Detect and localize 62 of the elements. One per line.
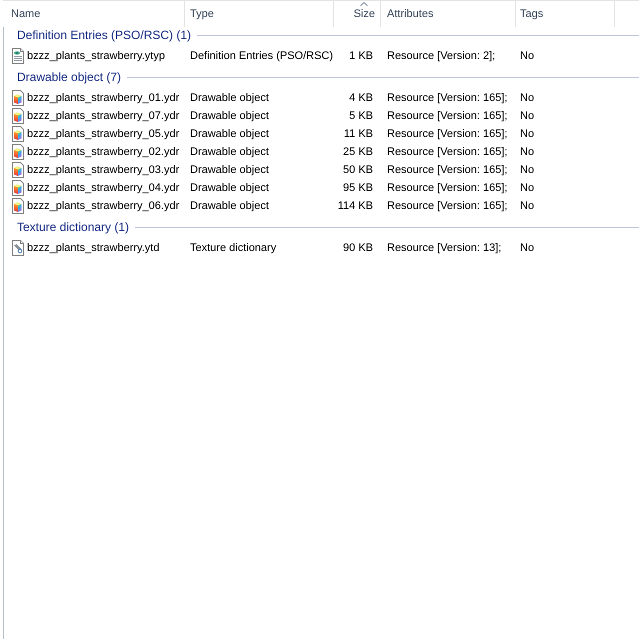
file-tags: No — [520, 110, 534, 122]
file-attributes: Resource [Version: 165]; — [387, 128, 508, 140]
file-name[interactable]: bzzz_plants_strawberry_02.ydr — [27, 146, 180, 158]
group-header[interactable]: Definition Entries (PSO/RSC) (1) — [17, 28, 192, 42]
color-cube-file-icon — [11, 108, 25, 124]
document-icon — [11, 240, 25, 256]
file-attributes: Resource [Version: 2]; — [387, 50, 496, 62]
file-name[interactable]: bzzz_plants_strawberry_06.ydr — [27, 200, 180, 212]
column-header[interactable]: Attributes — [381, 1, 516, 27]
file-name[interactable]: bzzz_plants_strawberry_07.ydr — [27, 110, 180, 122]
file-tags: No — [520, 92, 534, 104]
file-size: 11 KB — [344, 128, 373, 140]
file-size: 1 KB — [349, 50, 373, 62]
file-attributes: Resource [Version: 165]; — [387, 200, 508, 212]
file-name[interactable]: bzzz_plants_strawberry.ytyp — [27, 50, 165, 62]
file-name[interactable]: bzzz_plants_strawberry_05.ydr — [27, 128, 180, 140]
color-cube-file-icon — [11, 144, 25, 160]
file-tags: No — [520, 128, 534, 140]
file-size: 90 KB — [343, 242, 373, 254]
file-attributes: Resource [Version: 165]; — [387, 92, 508, 104]
color-cube-file-icon — [11, 90, 25, 106]
file-name[interactable]: bzzz_plants_strawberry_04.ydr — [27, 182, 180, 194]
group-header[interactable]: Drawable object (7) — [17, 70, 122, 84]
file-tags: No — [520, 50, 534, 62]
file-attributes: Resource [Version: 165]; — [387, 146, 508, 158]
file-type: Drawable object — [190, 92, 269, 104]
file-tags: No — [520, 164, 534, 176]
file-tags: No — [520, 200, 534, 212]
file-size: 95 KB — [343, 182, 373, 194]
file-tags: No — [520, 242, 534, 254]
file-type: Drawable object — [190, 128, 269, 140]
color-cube-file-icon — [11, 180, 25, 196]
column-header[interactable]: Type — [185, 1, 334, 27]
color-cube-file-icon — [11, 198, 25, 214]
file-type: Drawable object — [190, 164, 269, 176]
file-attributes: Resource [Version: 13]; — [387, 242, 502, 254]
column-header[interactable]: Name — [3, 1, 185, 27]
group-header[interactable]: Texture dictionary (1) — [17, 220, 130, 234]
file-type: Drawable object — [190, 200, 269, 212]
file-name[interactable]: bzzz_plants_strawberry.ytd — [27, 242, 160, 254]
file-type: Drawable object — [190, 110, 269, 122]
file-size: 114 KB — [338, 200, 373, 212]
document-icon — [11, 48, 25, 64]
file-attributes: Resource [Version: 165]; — [387, 164, 508, 176]
file-type: Texture dictionary — [190, 242, 276, 254]
file-size: 5 KB — [349, 110, 373, 122]
file-tags: No — [520, 182, 534, 194]
column-header[interactable]: Tags — [516, 1, 615, 27]
file-attributes: Resource [Version: 165]; — [387, 110, 508, 122]
file-tags: No — [520, 146, 534, 158]
file-size: 50 KB — [343, 164, 373, 176]
file-size: 4 KB — [349, 92, 373, 104]
file-name[interactable]: bzzz_plants_strawberry_01.ydr — [27, 92, 180, 104]
file-type: Drawable object — [190, 182, 269, 194]
file-type: Definition Entries (PSO/RSC) — [190, 50, 334, 62]
file-type: Drawable object — [190, 146, 269, 158]
color-cube-file-icon — [11, 126, 25, 142]
column-header[interactable]: Size — [334, 1, 381, 27]
file-size: 25 KB — [343, 146, 373, 158]
file-name[interactable]: bzzz_plants_strawberry_03.ydr — [27, 164, 180, 176]
color-cube-file-icon — [11, 162, 25, 178]
file-attributes: Resource [Version: 165]; — [387, 182, 508, 194]
